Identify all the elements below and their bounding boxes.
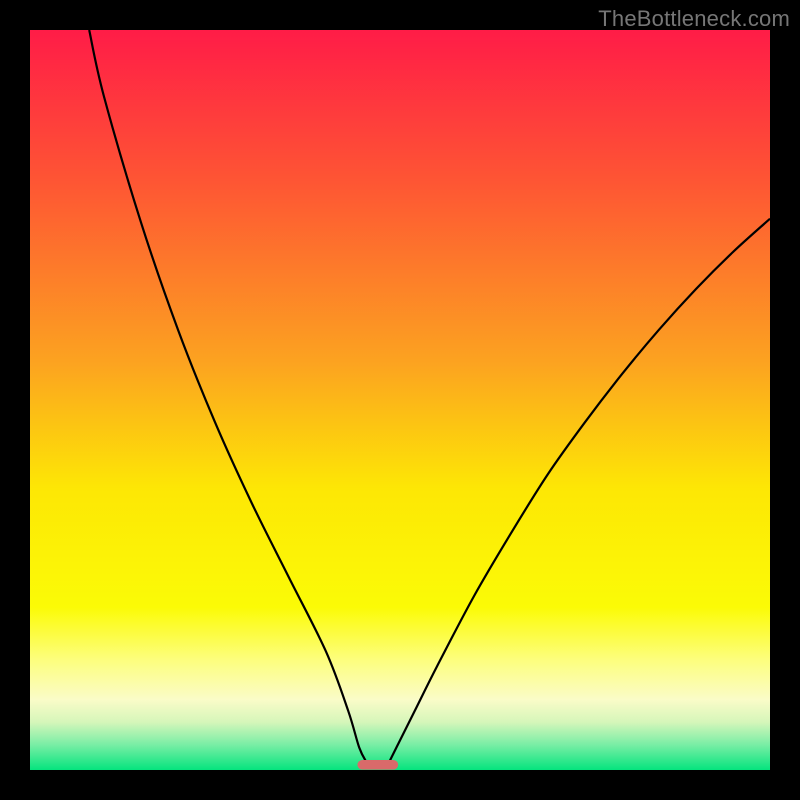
gradient-background xyxy=(30,30,770,770)
chart-frame xyxy=(30,30,770,770)
watermark-text: TheBottleneck.com xyxy=(598,6,790,32)
bottleneck-chart xyxy=(30,30,770,770)
optimum-marker xyxy=(357,760,398,770)
